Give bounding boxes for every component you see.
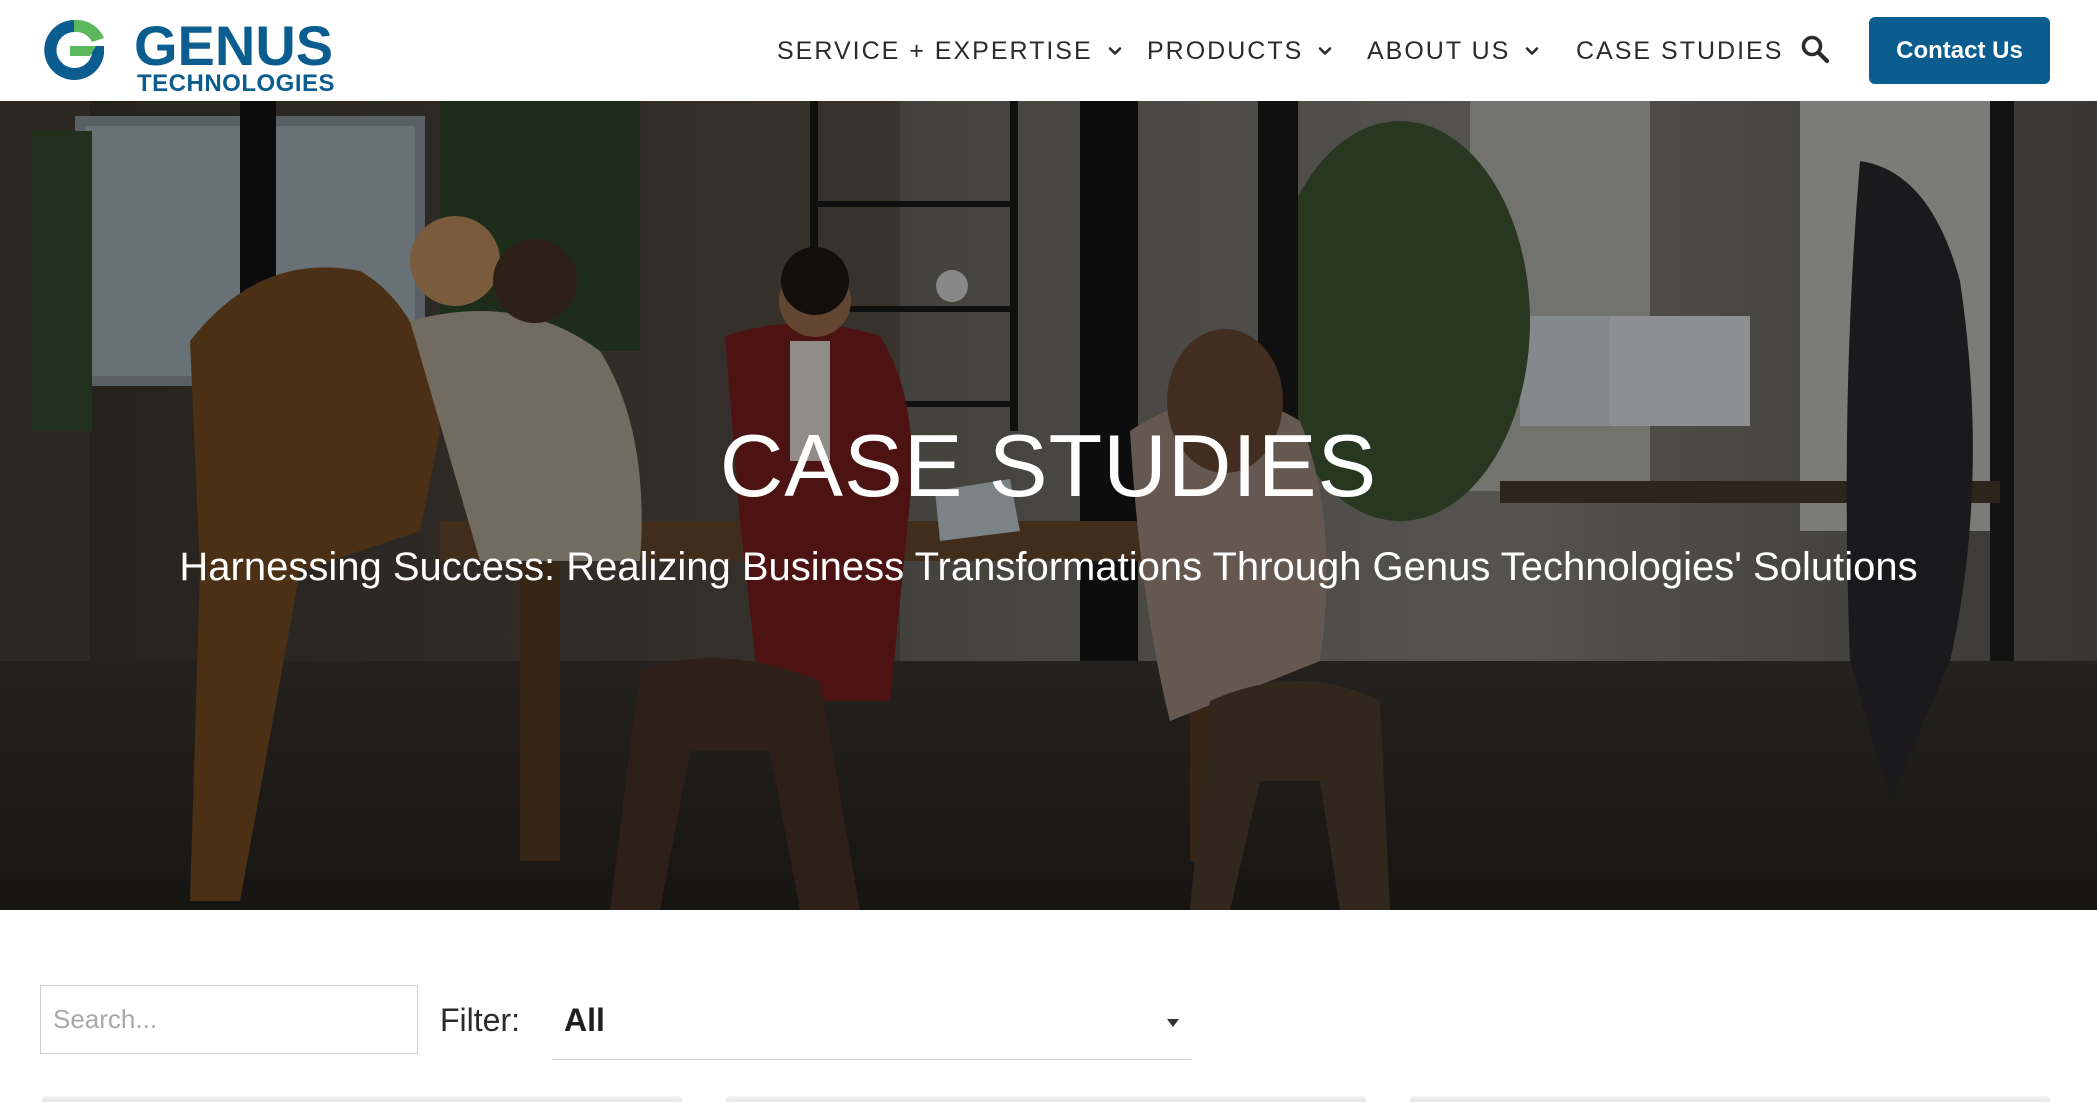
contact-us-button[interactable]: Contact Us: [1869, 17, 2050, 84]
site-header: GENUS TECHNOLOGIES SERVICE + EXPERTISE P…: [0, 0, 2097, 101]
nav-item-products[interactable]: PRODUCTS: [1147, 34, 1333, 68]
caret-down-icon: [1167, 1019, 1179, 1027]
page-subtitle: Harnessing Success: Realizing Business T…: [179, 545, 1918, 589]
case-study-card[interactable]: [726, 1096, 1366, 1102]
nav-item-label: PRODUCTS: [1147, 36, 1304, 65]
nav-item-case-studies[interactable]: CASE STUDIES: [1576, 34, 1783, 68]
nav-item-label: SERVICE + EXPERTISE: [777, 36, 1093, 65]
filter-label: Filter:: [440, 1002, 520, 1038]
search-icon[interactable]: [1800, 34, 1830, 66]
hero-banner: CASE STUDIES Harnessing Success: Realizi…: [0, 101, 2097, 910]
nav-item-label: CASE STUDIES: [1576, 36, 1784, 65]
page-title: CASE STUDIES: [719, 416, 1378, 515]
chevron-down-icon: [1526, 47, 1539, 55]
filter-selected-value: All: [564, 1002, 605, 1038]
nav-item-about-us[interactable]: ABOUT US: [1367, 34, 1540, 68]
nav-item-service-expertise[interactable]: SERVICE + EXPERTISE: [777, 34, 1123, 68]
case-study-card[interactable]: [42, 1096, 682, 1102]
nav-item-label: ABOUT US: [1367, 36, 1511, 65]
chevron-down-icon: [1108, 47, 1121, 55]
main-nav: SERVICE + EXPERTISE PRODUCTS ABOUT US CA…: [0, 0, 2097, 101]
filter-dropdown[interactable]: All: [552, 990, 1191, 1060]
search-input[interactable]: [40, 985, 418, 1054]
case-study-card[interactable]: [1410, 1096, 2050, 1102]
chevron-down-icon: [1318, 47, 1332, 55]
